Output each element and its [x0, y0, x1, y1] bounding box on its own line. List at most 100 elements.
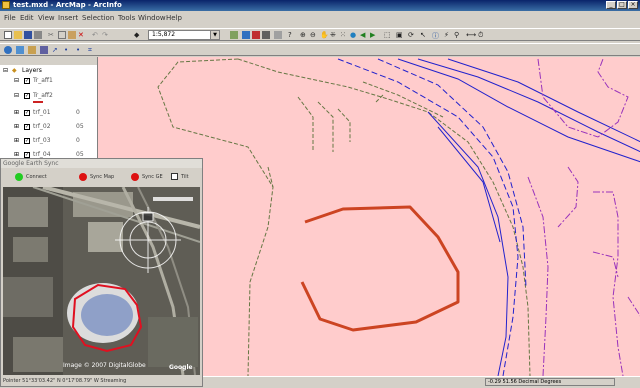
toc-layer-item[interactable]: ⊞ ✓ trf_04 05 — [0, 151, 97, 158]
toc-layer-item[interactable]: ⊟ ✓ Tr_aff2 — [0, 92, 97, 103]
arctoolbox-icon[interactable] — [242, 31, 250, 39]
fixed-zoom-out-icon[interactable]: ⁙ — [340, 31, 348, 39]
menu-help[interactable]: Help — [166, 14, 182, 22]
menu-insert[interactable]: Insert — [58, 14, 78, 22]
toc-layer-item[interactable]: ⊟ ✓ Tr_aff1 — [0, 77, 97, 86]
ge-point-icon[interactable]: • — [64, 46, 72, 54]
toc-layer-item[interactable]: ⊞ ✓ trf_01 0 — [0, 109, 97, 118]
paste-icon[interactable] — [68, 31, 76, 39]
hyperlink-icon[interactable]: ⚡ — [444, 31, 452, 39]
connect-status-icon[interactable] — [15, 173, 23, 181]
toc-layer-item[interactable]: ⊞ ✓ trf_02 05 — [0, 123, 97, 132]
layer-visibility-checkbox[interactable]: ✓ — [24, 124, 30, 130]
tilt-label[interactable]: Tilt — [181, 174, 189, 180]
pan-icon[interactable]: ✋ — [320, 31, 329, 39]
time-slider-icon[interactable]: ⏱ — [478, 31, 486, 39]
sync-map-status-icon[interactable] — [79, 173, 87, 181]
redo-icon[interactable]: ↷ — [102, 31, 110, 39]
menu-edit[interactable]: Edit — [20, 14, 34, 22]
model-builder-icon[interactable] — [274, 31, 282, 39]
map-scale-select[interactable]: 1:5,872 ▼ — [148, 30, 220, 40]
layer-label: trf_04 — [33, 151, 51, 158]
save-icon[interactable] — [24, 31, 32, 39]
zoom-out-icon[interactable]: ⊖ — [310, 31, 318, 39]
menu-file[interactable]: File — [4, 14, 16, 22]
menu-view[interactable]: View — [38, 14, 55, 22]
command-line-icon[interactable] — [262, 31, 270, 39]
new-document-icon[interactable] — [4, 31, 12, 39]
expand-icon[interactable]: ⊞ — [14, 137, 19, 144]
ge-sync-icon[interactable] — [16, 46, 24, 54]
menu-selection[interactable]: Selection — [82, 14, 114, 22]
road-line — [337, 108, 351, 142]
expand-icon[interactable]: ⊟ — [14, 92, 19, 99]
copy-icon[interactable] — [58, 31, 66, 39]
layer-visibility-checkbox[interactable]: ✓ — [24, 110, 30, 116]
cut-icon[interactable]: ✂ — [48, 31, 56, 39]
tilt-checkbox[interactable] — [171, 173, 178, 180]
menu-window[interactable]: Window — [138, 14, 166, 22]
zoom-in-icon[interactable]: ⊕ — [300, 31, 308, 39]
layer-extra: 05 — [76, 123, 84, 130]
ge-window-title: Google Earth Sync — [1, 159, 202, 168]
collapse-icon[interactable]: ⊟ — [3, 67, 8, 74]
expand-icon[interactable]: ⊞ — [14, 109, 19, 116]
close-button[interactable]: × — [628, 1, 638, 9]
ge-layer-icon[interactable] — [28, 46, 36, 54]
select-features-icon[interactable]: ⬚ — [384, 31, 392, 39]
ge-snap-icon[interactable]: ⌗ — [88, 46, 96, 54]
select-elements-icon[interactable]: ↖ — [420, 31, 428, 39]
coordinate-display: -0.29 51.56 Decimal Degrees — [485, 378, 615, 386]
refresh-icon[interactable]: ⟳ — [408, 31, 416, 39]
layer-visibility-checkbox[interactable]: ✓ — [24, 138, 30, 144]
full-extent-icon[interactable]: ● — [350, 31, 358, 39]
menu-tools[interactable]: Tools — [118, 14, 135, 22]
layer-visibility-checkbox[interactable]: ✓ — [24, 93, 30, 99]
arcmap-app-icon[interactable] — [2, 1, 10, 9]
identify-icon[interactable]: ⓘ — [432, 31, 440, 40]
add-data-icon[interactable]: ◆ — [134, 31, 142, 39]
ge-point-2-icon[interactable]: • — [76, 46, 84, 54]
find-icon[interactable]: ⚲ — [454, 31, 462, 39]
google-earth-view[interactable]: Image © 2007 DigitalGlobe Google — [3, 187, 200, 375]
delete-icon[interactable]: ✕ — [78, 31, 86, 39]
next-extent-icon[interactable]: ▶ — [370, 31, 378, 39]
expand-icon[interactable]: ⊞ — [14, 151, 19, 158]
print-icon[interactable] — [34, 31, 42, 39]
satellite-imagery: Image © 2007 DigitalGlobe Google — [3, 187, 200, 375]
expand-icon[interactable]: ⊞ — [14, 123, 19, 130]
ge-controls: Connect Sync Map Sync GE Tilt — [1, 170, 202, 184]
globe-icon[interactable] — [4, 46, 12, 54]
sync-map-label[interactable]: Sync Map — [90, 174, 114, 180]
toc-layer-item[interactable]: ⊞ ✓ trf_03 0 — [0, 137, 97, 146]
expand-icon[interactable]: ⊟ — [14, 77, 19, 84]
arccatalog-icon[interactable] — [252, 31, 260, 39]
ge-arrow-icon[interactable]: ➚ — [52, 46, 60, 54]
layer-visibility-checkbox[interactable]: ✓ — [24, 78, 30, 84]
map-scale-value: 1:5,872 — [152, 31, 176, 38]
ge-status-bar: Pointer 51°33'03.42" N 0°17'08.79" W Str… — [3, 378, 127, 384]
rail-line — [397, 58, 640, 163]
previous-extent-icon[interactable]: ◀ — [360, 31, 368, 39]
standard-toolbar: ✂ ✕ ↶ ↷ ◆ 1:5,872 ▼ ? ⊕ ⊖ ✋ ⁜ ⁙ ● ◀ ▶ ⬚ … — [0, 28, 640, 41]
editor-toolbar-icon[interactable] — [230, 31, 238, 39]
stadium-outline-feature[interactable] — [300, 205, 460, 332]
fixed-zoom-in-icon[interactable]: ⁜ — [330, 31, 338, 39]
sync-ge-status-icon[interactable] — [131, 173, 139, 181]
undo-icon[interactable]: ↶ — [92, 31, 100, 39]
maximize-button[interactable]: □ — [617, 1, 627, 9]
measure-icon[interactable]: ⟷ — [466, 31, 476, 39]
road-line — [297, 96, 314, 152]
minimize-button[interactable]: _ — [606, 1, 616, 9]
boundary-line — [527, 176, 549, 376]
sync-ge-label[interactable]: Sync GE — [142, 174, 163, 180]
boundary-line — [537, 58, 629, 138]
boundary-line — [593, 191, 624, 376]
connect-label[interactable]: Connect — [26, 174, 47, 180]
open-folder-icon[interactable] — [14, 31, 22, 39]
what-is-this-icon[interactable]: ? — [288, 31, 296, 39]
ge-zoom-slider[interactable] — [153, 197, 193, 201]
clear-selection-icon[interactable]: ▣ — [396, 31, 404, 39]
chevron-down-icon[interactable]: ▼ — [210, 31, 219, 39]
ge-fly-icon[interactable] — [40, 46, 48, 54]
